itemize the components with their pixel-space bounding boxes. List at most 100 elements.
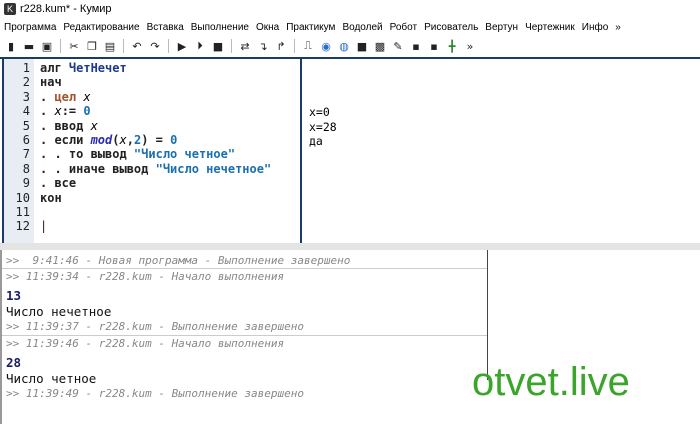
line-number: 3: [22, 89, 30, 104]
code-token: . если: [40, 133, 91, 147]
menu-bar: Программа Редактирование Вставка Выполнение…: [0, 18, 700, 36]
code-token: . все: [40, 176, 77, 191]
line-number: 4: [22, 104, 30, 119]
watermark: otvet.live: [472, 360, 630, 404]
undo-icon[interactable]: ↶: [130, 39, 144, 53]
drawer-icon[interactable]: ▪: [409, 39, 423, 53]
code-token: (: [112, 133, 120, 147]
menu-item[interactable]: Вставка: [147, 22, 184, 33]
toolbar: ▮ ▬ ▣ ✂ ❐ ▤ ↶ ↷ ▶ ⏵ ■ ⇄ ↴ ↱ ⎍ ◉ ◍ ■ ▩ ✎ ▪ ▪ ╋ »: [0, 36, 700, 56]
redo-icon[interactable]: ↷: [148, 39, 162, 53]
code-line[interactable]: алг ЧетНечет: [40, 61, 127, 75]
code-token: |: [40, 219, 48, 234]
code-token: алг: [40, 61, 69, 75]
step-out-icon[interactable]: ↱: [274, 39, 288, 53]
painter-icon[interactable]: ✎: [391, 39, 405, 53]
console-log-line: >> 11:39:46 - r228.kum - Начало выполнен…: [6, 337, 285, 350]
console-log-line: >> 11:39:49 - r228.kum - Выполнение заве…: [6, 387, 305, 400]
line-number: 2: [22, 75, 30, 90]
code-token: "Число нечетное": [155, 161, 272, 176]
robot-icon[interactable]: ◉: [319, 39, 333, 53]
step-run-icon[interactable]: ⏵: [193, 39, 207, 53]
menu-item[interactable]: Чертежник: [525, 22, 575, 33]
code-token: .: [40, 104, 55, 119]
vodoley-icon[interactable]: ◍: [337, 39, 351, 53]
code-token: "Число четное": [133, 147, 236, 162]
stop-icon[interactable]: ■: [211, 39, 225, 53]
window-title: r228.kum* - Кумир: [20, 3, 112, 15]
line-number: 9: [22, 176, 30, 191]
line-number: 12: [15, 219, 30, 234]
menu-item[interactable]: Водолей: [342, 22, 382, 33]
line-number: 6: [22, 133, 30, 147]
code-line[interactable]: нач: [40, 75, 62, 89]
draw-icon[interactable]: ■: [355, 39, 369, 53]
toolbar-separator: [60, 39, 61, 53]
code-line[interactable]: . . то вывод "Число четное": [40, 147, 235, 161]
code-line[interactable]: . цел x: [40, 90, 91, 104]
save-icon[interactable]: ▣: [40, 39, 54, 53]
code-token: ,: [126, 133, 134, 147]
run-icon[interactable]: ▶: [175, 39, 189, 53]
menu-item[interactable]: Выполнение: [191, 22, 249, 33]
code-token: ) =: [141, 133, 171, 147]
copy-icon[interactable]: ❐: [85, 39, 99, 53]
console-log-line: >> 11:39:37 - r228.kum - Выполнение заве…: [6, 320, 305, 333]
code-token: . . иначе вывод: [40, 161, 156, 176]
open-folder-icon[interactable]: ▬: [22, 39, 36, 53]
line-number: 7: [22, 147, 30, 162]
editor-area: 1 2 3 4 5 6 7 8 9 10 11 12 алг ЧетНечет нач. цел x. x…: [0, 57, 700, 245]
menu-item[interactable]: Окна: [256, 22, 279, 33]
code-token: нач: [40, 75, 62, 90]
console-separator: [2, 335, 487, 336]
toolbar-more-button[interactable]: »: [463, 39, 477, 53]
menu-item[interactable]: Практикум: [286, 22, 335, 33]
menu-item[interactable]: Инфо: [582, 22, 609, 33]
new-file-icon[interactable]: ▮: [4, 39, 18, 53]
toolbar-separator: [294, 39, 295, 53]
step-into-icon[interactable]: ↴: [256, 39, 270, 53]
code-token: x: [119, 133, 127, 147]
code-editor[interactable]: 1 2 3 4 5 6 7 8 9 10 11 12 алг ЧетНечет нач. цел x. x…: [2, 59, 302, 245]
menu-item[interactable]: Редактирование: [63, 22, 139, 33]
toolbar-separator: [231, 39, 232, 53]
grid-icon[interactable]: ╋: [445, 39, 459, 53]
app-logo-icon: K: [4, 3, 16, 15]
variable-value: x=28: [309, 119, 337, 134]
terminal-icon[interactable]: ▪: [427, 39, 441, 53]
menu-item[interactable]: »: [615, 22, 621, 33]
code-token: x: [54, 104, 62, 119]
line-number: 5: [22, 118, 30, 133]
title-bar: K r228.kum* - Кумир: [0, 0, 700, 18]
menu-item[interactable]: Программа: [4, 22, 56, 33]
line-number: 8: [22, 161, 30, 176]
panel-splitter[interactable]: [0, 243, 700, 250]
console-output-line: Число нечетное: [6, 304, 112, 319]
menu-item[interactable]: Вертун: [485, 22, 518, 33]
code-line[interactable]: . . иначе вывод "Число нечетное": [40, 162, 271, 176]
code-line[interactable]: |: [40, 219, 47, 233]
console-log-line: >> 11:39:34 - r228.kum - Начало выполнен…: [6, 270, 285, 283]
step-over-icon[interactable]: ⇄: [238, 39, 252, 53]
code-token: .: [40, 89, 55, 104]
code-token: . ввод: [40, 118, 91, 133]
code-line[interactable]: . если mod(x,2) = 0: [40, 133, 177, 147]
line-number: 1: [22, 61, 30, 75]
code-token: 0: [83, 104, 91, 119]
code-line[interactable]: . все: [40, 176, 76, 190]
menu-item[interactable]: Рисователь: [424, 22, 478, 33]
code-line[interactable]: . x:= 0: [40, 104, 91, 118]
menu-item[interactable]: Робот: [390, 22, 417, 33]
console-input-line: 13: [6, 288, 22, 303]
paste-icon[interactable]: ▤: [103, 39, 117, 53]
turtle-icon[interactable]: ▩: [373, 39, 387, 53]
code-line[interactable]: . ввод x: [40, 119, 98, 133]
code-line[interactable]: кон: [40, 191, 62, 205]
cut-icon[interactable]: ✂: [67, 39, 81, 53]
code-token: кон: [40, 190, 62, 205]
io-icon[interactable]: ⎍: [301, 39, 315, 53]
code-token: x: [76, 89, 91, 104]
code-token: цел: [54, 89, 77, 104]
toolbar-separator: [123, 39, 124, 53]
code-token: ЧетНечет: [68, 61, 127, 75]
